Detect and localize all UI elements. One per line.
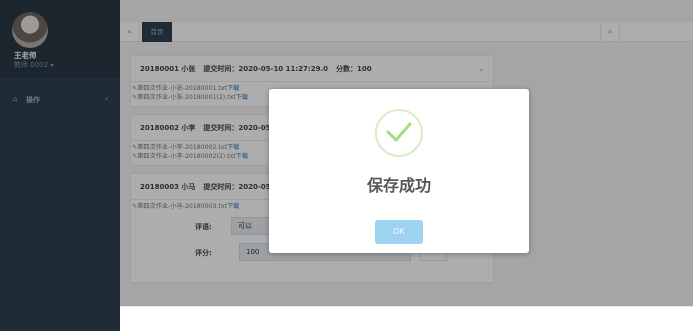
dialog-title: 保存成功 [366, 176, 431, 195]
check-icon [375, 109, 423, 157]
modal-overlay [0, 306, 120, 331]
success-dialog: 保存成功 OK [269, 89, 529, 253]
ok-button[interactable]: OK [375, 220, 423, 244]
footer [120, 306, 693, 331]
